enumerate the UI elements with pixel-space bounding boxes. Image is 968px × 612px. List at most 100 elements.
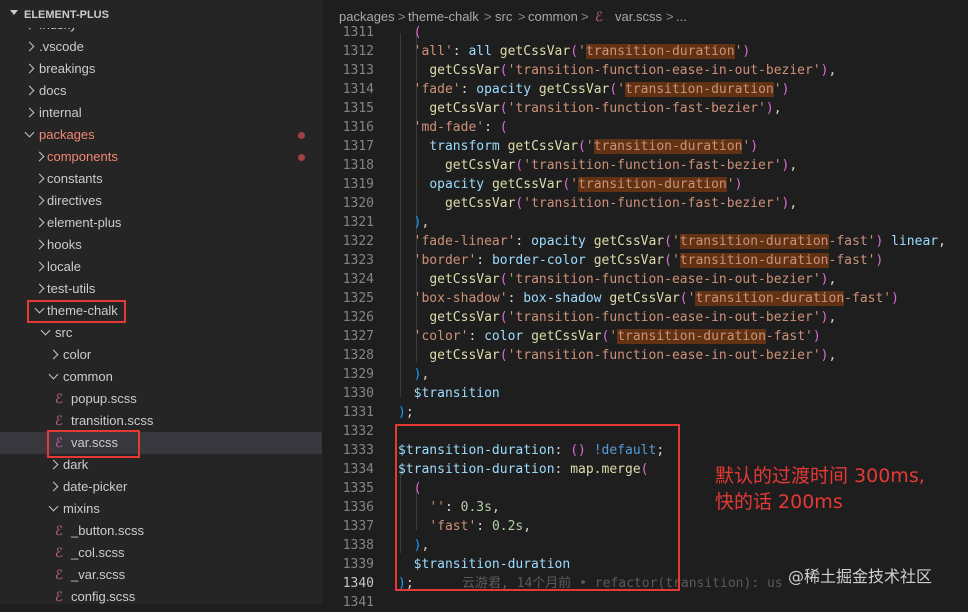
line-number[interactable]: 1328 — [322, 346, 374, 365]
line-number[interactable]: 1319 — [322, 175, 374, 194]
tree-item-hooks[interactable]: hooks — [0, 234, 322, 256]
line-number[interactable]: 1340 — [322, 574, 374, 593]
sass-file-icon: ℰ — [55, 589, 63, 604]
code-line[interactable]: getCssVar('transition-function-ease-in-o… — [398, 346, 836, 365]
line-number[interactable]: 1311 — [322, 23, 374, 42]
code-line[interactable]: 'color': color getCssVar('transition-dur… — [398, 327, 821, 346]
line-number[interactable]: 1321 — [322, 213, 374, 232]
chevron-down-icon[interactable] — [24, 127, 35, 138]
chevron-right-icon[interactable] — [34, 283, 45, 294]
chevron-right-icon[interactable] — [34, 195, 45, 206]
tree-item-locale[interactable]: locale — [0, 256, 322, 278]
line-number[interactable]: 1313 — [322, 61, 374, 80]
code-line[interactable]: 'box-shadow': box-shadow getCssVar('tran… — [398, 289, 899, 308]
chevron-right-icon[interactable] — [24, 63, 35, 74]
tree-item-packages[interactable]: packages — [0, 124, 322, 146]
tree-item-transition-scss[interactable]: ℰtransition.scss — [0, 410, 322, 432]
code-line[interactable]: getCssVar('transition-function-fast-bezi… — [398, 156, 797, 175]
code-line[interactable]: getCssVar('transition-function-ease-in-o… — [398, 308, 836, 327]
code-line[interactable]: getCssVar('transition-function-ease-in-o… — [398, 61, 836, 80]
line-number[interactable]: 1326 — [322, 308, 374, 327]
chevron-right-icon[interactable] — [34, 239, 45, 250]
chevron-right-icon[interactable] — [24, 41, 35, 52]
chevron-right-icon[interactable] — [48, 349, 59, 360]
code-line[interactable]: ( — [398, 23, 422, 42]
chevron-down-icon[interactable] — [48, 501, 59, 512]
chevron-right-icon[interactable] — [24, 107, 35, 118]
code-line[interactable]: getCssVar('transition-function-fast-bezi… — [398, 194, 797, 213]
breadcrumb-common[interactable]: common — [528, 0, 578, 33]
line-number[interactable]: 1329 — [322, 365, 374, 384]
chevron-right-icon[interactable] — [48, 459, 59, 470]
tree-item-breakings[interactable]: breakings — [0, 58, 322, 80]
chevron-right-icon[interactable] — [34, 151, 45, 162]
tree-item-docs[interactable]: docs — [0, 80, 322, 102]
line-number[interactable]: 1312 — [322, 42, 374, 61]
code-line[interactable]: ), — [398, 365, 430, 384]
tree-item-test-utils[interactable]: test-utils — [0, 278, 322, 300]
tree-item-popup-scss[interactable]: ℰpopup.scss — [0, 388, 322, 410]
breadcrumb-src[interactable]: src — [495, 0, 512, 33]
code-line[interactable]: 'fade-linear': opacity getCssVar('transi… — [398, 232, 946, 251]
breadcrumb-var-scss[interactable]: var.scss — [615, 0, 662, 33]
code-line[interactable]: ), — [398, 213, 430, 232]
line-number[interactable]: 1316 — [322, 118, 374, 137]
chevron-right-icon[interactable] — [48, 481, 59, 492]
chevron-right-icon[interactable] — [24, 85, 35, 96]
line-number[interactable]: 1339 — [322, 555, 374, 574]
explorer-header[interactable]: ELEMENT-PLUS — [0, 0, 322, 28]
breadcrumb-more[interactable]: ... — [676, 0, 687, 33]
code-line[interactable]: 'all': all getCssVar('transition-duratio… — [398, 42, 750, 61]
line-number[interactable]: 1318 — [322, 156, 374, 175]
chevron-down-icon[interactable] — [40, 325, 51, 336]
line-number[interactable]: 1330 — [322, 384, 374, 403]
line-number[interactable]: 1314 — [322, 80, 374, 99]
line-number[interactable]: 1332 — [322, 422, 374, 441]
line-number[interactable]: 1331 — [322, 403, 374, 422]
line-number[interactable]: 1335 — [322, 479, 374, 498]
code-line[interactable]: ); — [398, 403, 414, 422]
tree-item-directives[interactable]: directives — [0, 190, 322, 212]
chevron-down-icon[interactable] — [48, 369, 59, 380]
chevron-right-icon[interactable] — [34, 217, 45, 228]
tree-item-col-scss[interactable]: ℰ _col.scss — [0, 542, 322, 564]
tree-item-button-scss[interactable]: ℰ _button.scss — [0, 520, 322, 542]
code-line[interactable]: transform getCssVar('transition-duration… — [398, 137, 758, 156]
code-line[interactable]: getCssVar('transition-function-fast-bezi… — [398, 99, 781, 118]
tree-item-date-picker[interactable]: date-picker — [0, 476, 322, 498]
line-number[interactable]: 1334 — [322, 460, 374, 479]
line-number[interactable]: 1337 — [322, 517, 374, 536]
chevron-down-icon[interactable] — [10, 10, 18, 15]
tree-item-common[interactable]: common — [0, 366, 322, 388]
tree-item-config-scss[interactable]: ℰconfig.scss — [0, 586, 322, 604]
line-number[interactable]: 1341 — [322, 593, 374, 612]
code-line[interactable]: getCssVar('transition-function-ease-in-o… — [398, 270, 836, 289]
code-line[interactable]: $transition — [398, 384, 500, 403]
code-line[interactable]: 'md-fade': ( — [398, 118, 508, 137]
line-number[interactable]: 1324 — [322, 270, 374, 289]
tree-item-components[interactable]: components — [0, 146, 322, 168]
chevron-right-icon[interactable] — [34, 261, 45, 272]
line-number[interactable]: 1317 — [322, 137, 374, 156]
line-number[interactable]: 1333 — [322, 441, 374, 460]
tree-item-mixins[interactable]: mixins — [0, 498, 322, 520]
tree-item-vscode[interactable]: .vscode — [0, 36, 322, 58]
line-number[interactable]: 1323 — [322, 251, 374, 270]
code-line[interactable]: opacity getCssVar('transition-duration') — [398, 175, 742, 194]
tree-item-var-scss[interactable]: ℰ _var.scss — [0, 564, 322, 586]
chevron-right-icon[interactable] — [34, 173, 45, 184]
line-number[interactable]: 1325 — [322, 289, 374, 308]
line-number[interactable]: 1320 — [322, 194, 374, 213]
line-number[interactable]: 1315 — [322, 99, 374, 118]
code-line[interactable]: 'border': border-color getCssVar('transi… — [398, 251, 883, 270]
tree-item-internal[interactable]: internal — [0, 102, 322, 124]
code-line[interactable]: 'fade': opacity getCssVar('transition-du… — [398, 80, 789, 99]
tree-item-src[interactable]: src — [0, 322, 322, 344]
line-number[interactable]: 1338 — [322, 536, 374, 555]
tree-item-constants[interactable]: constants — [0, 168, 322, 190]
line-number[interactable]: 1327 — [322, 327, 374, 346]
tree-item-color[interactable]: color — [0, 344, 322, 366]
line-number[interactable]: 1336 — [322, 498, 374, 517]
tree-item-element-plus[interactable]: element-plus — [0, 212, 322, 234]
line-number[interactable]: 1322 — [322, 232, 374, 251]
